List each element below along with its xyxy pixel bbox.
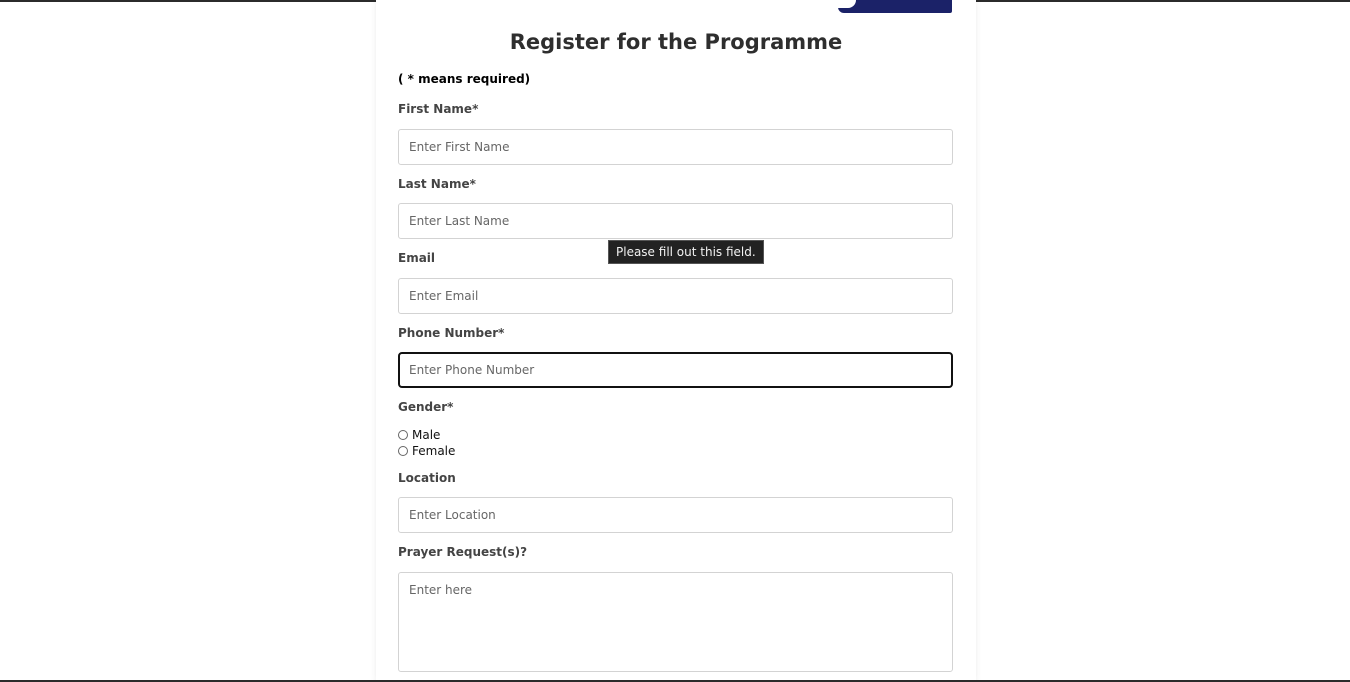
- female-radio-label: Female: [412, 444, 456, 458]
- last-name-field[interactable]: [398, 203, 953, 239]
- email-label: Email: [398, 251, 436, 265]
- gender-label: Gender*: [398, 400, 454, 414]
- location-field[interactable]: [398, 497, 953, 533]
- gender-option-male[interactable]: Male: [398, 428, 440, 442]
- last-name-label: Last Name*: [398, 177, 476, 191]
- first-name-label: First Name*: [398, 102, 479, 116]
- phone-number-field[interactable]: [398, 352, 953, 388]
- first-name-field[interactable]: [398, 129, 953, 165]
- validation-tooltip: Please fill out this field.: [608, 240, 764, 264]
- male-radio[interactable]: [398, 430, 408, 440]
- email-field[interactable]: [398, 278, 953, 314]
- gender-option-female[interactable]: Female: [398, 444, 455, 458]
- prayer-request-textarea[interactable]: [398, 572, 953, 672]
- required-note: ( * means required): [398, 72, 531, 86]
- phone-number-label: Phone Number*: [398, 326, 505, 340]
- female-radio[interactable]: [398, 446, 408, 456]
- male-radio-label: Male: [412, 428, 441, 442]
- prayer-request-label: Prayer Request(s)?: [398, 545, 528, 559]
- location-label: Location: [398, 471, 456, 485]
- page-title: Register for the Programme: [509, 30, 843, 54]
